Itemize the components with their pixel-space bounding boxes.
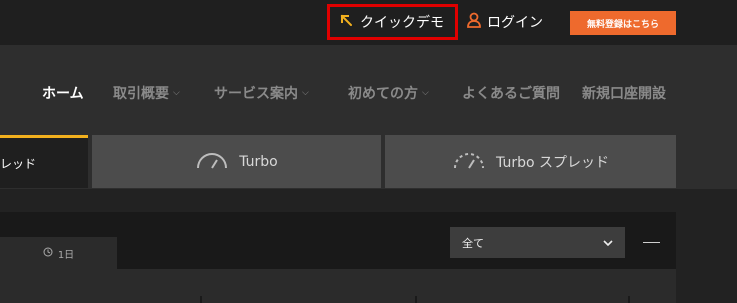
nav-item-label: よくあるご質問 <box>462 86 560 102</box>
nav-item-services[interactable]: サービス案内 ⌵ <box>214 83 309 103</box>
filter-select[interactable]: 全て <box>450 227 625 258</box>
timeframe-label: 1日 <box>57 249 75 261</box>
timeframe-tab-1d[interactable]: 1日 <box>0 237 117 269</box>
main-nav: ホーム 取引概要 ⌵ サービス案内 ⌵ 初めての方 ⌵ よくあるご質問 新規口座… <box>0 45 737 135</box>
arrow-up-left-icon <box>340 14 353 30</box>
grid-divider <box>200 296 202 303</box>
tab-label: レッド <box>0 156 37 171</box>
product-tabs: レッド Turbo Turbo スプレッド <box>0 135 737 189</box>
tab-turbo[interactable]: Turbo <box>92 135 381 188</box>
tab-turbo-spread[interactable]: Turbo スプレッド <box>385 135 676 188</box>
instrument-grid <box>0 269 676 303</box>
nav-item-label: 新規口座開設 <box>582 86 666 102</box>
trading-panel: 1日 全て <box>0 212 676 303</box>
login-link[interactable]: ログイン <box>467 11 543 33</box>
chevron-down-icon <box>603 236 613 249</box>
chevron-down-icon: ⌵ <box>302 88 309 98</box>
speedometer-dashed-icon <box>452 150 486 174</box>
speedometer-icon <box>195 150 229 174</box>
nav-item-open-account[interactable]: 新規口座開設 <box>582 83 666 103</box>
nav-item-faq[interactable]: よくあるご質問 <box>462 83 560 103</box>
nav-item-label: 初めての方 <box>348 86 418 102</box>
nav-item-label: 取引概要 <box>113 86 169 102</box>
grid-divider <box>415 296 417 303</box>
quick-demo-label: クイックデモ <box>360 15 444 31</box>
top-bar: クイックデモ ログイン 無料登録はこちら <box>0 0 737 45</box>
nav-item-trading-overview[interactable]: 取引概要 ⌵ <box>113 83 180 103</box>
minus-icon[interactable] <box>643 242 660 243</box>
filter-select-value: 全て <box>462 236 484 250</box>
nav-item-home[interactable]: ホーム <box>42 83 84 103</box>
quick-demo-link[interactable]: クイックデモ <box>327 4 458 40</box>
tab-spread[interactable]: レッド <box>0 135 88 188</box>
register-label: 無料登録はこちら <box>586 19 659 30</box>
user-icon <box>467 12 481 32</box>
tab-label: Turbo スプレッド <box>496 154 609 171</box>
nav-item-label: ホーム <box>42 86 84 102</box>
clock-icon <box>43 247 53 260</box>
grid-divider <box>628 296 630 303</box>
register-button[interactable]: 無料登録はこちら <box>570 11 676 35</box>
chevron-down-icon: ⌵ <box>422 88 429 98</box>
nav-item-label: サービス案内 <box>214 86 298 102</box>
tab-label: Turbo <box>239 153 278 170</box>
chevron-down-icon: ⌵ <box>173 88 180 98</box>
login-label: ログイン <box>487 15 543 31</box>
nav-item-beginners[interactable]: 初めての方 ⌵ <box>348 83 429 103</box>
